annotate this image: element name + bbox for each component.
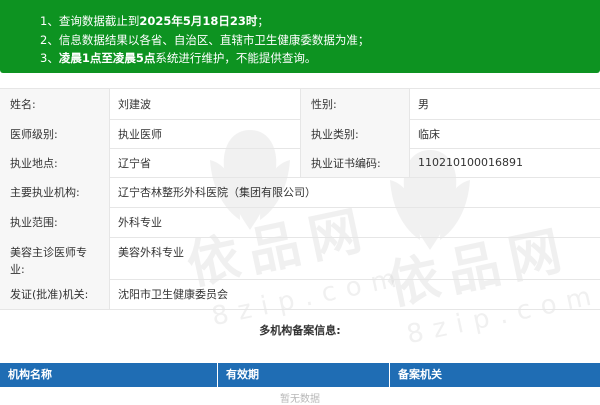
issuer-label: 发证(批准)机关: [0, 279, 110, 309]
category-value: 临床 [418, 127, 440, 141]
row-org: 主要执业机构: 辽宁杏林整形外科医院（集团有限公司） [0, 177, 600, 208]
notice-line-2: 2、信息数据结果以各省、自治区、直辖市卫生健康委数据为准； [40, 33, 370, 47]
multi-institution-table-header: 机构名称 有效期 备案机关 [0, 363, 600, 387]
name-label: 姓名: [0, 89, 110, 119]
column-header-validity: 有效期 [218, 363, 390, 387]
column-header-filing-authority: 备案机关 [398, 368, 442, 381]
row-scope: 执业范围: 外科专业 [0, 207, 600, 238]
cosmetic-label: 美容主诊医师专 业: [0, 237, 110, 279]
row-issuer: 发证(批准)机关: 沈阳市卫生健康委员会 [0, 279, 600, 310]
level-value: 执业医师 [118, 127, 162, 141]
cert-value: 110210100016891 [418, 156, 523, 169]
row-name-gender: 姓名: 刘建波 性别: 男 [0, 89, 600, 120]
doctor-info-table: 姓名: 刘建波 性别: 男 医师级别: 执业医师 执业类别: 临床 执业地点: … [0, 88, 600, 310]
row-location-cert: 执业地点: 辽宁省 执业证书编码: 110210100016891 [0, 148, 600, 178]
row-cosmetic: 美容主诊医师专 业: 美容外科专业 [0, 237, 600, 280]
notice-line-1: 1、查询数据截止到2025年5月18日23时； [40, 14, 269, 28]
notice-banner: 1、查询数据截止到2025年5月18日23时； 2、信息数据结果以各省、自治区、… [0, 0, 600, 73]
cert-label: 执业证书编码: [300, 148, 410, 177]
org-label: 主要执业机构: [0, 177, 110, 207]
multi-institution-title: 多机构备案信息: [259, 324, 341, 337]
cosmetic-label-line-1: 美容主诊医师专 [10, 246, 87, 259]
gender-value: 男 [418, 98, 429, 111]
org-value: 辽宁杏林整形外科医院（集团有限公司） [118, 186, 316, 199]
scope-value: 外科专业 [118, 216, 162, 229]
scope-label: 执业范围: [0, 207, 110, 237]
issuer-value: 沈阳市卫生健康委员会 [118, 288, 228, 301]
column-header-institution-name: 机构名称 [0, 363, 218, 387]
cosmetic-label-line-2: 业: [10, 263, 25, 276]
location-label: 执业地点: [0, 148, 110, 177]
level-label: 医师级别: [0, 119, 110, 148]
cosmetic-value: 美容外科专业 [118, 246, 184, 259]
notice-line-3: 3、凌晨1点至凌晨5点系统进行维护，不能提供查询。 [40, 51, 317, 65]
name-value: 刘建波 [118, 98, 151, 111]
gender-label: 性别: [300, 89, 410, 119]
category-label: 执业类别: [300, 119, 410, 148]
location-value: 辽宁省 [118, 156, 151, 170]
row-level-category: 医师级别: 执业医师 执业类别: 临床 [0, 119, 600, 149]
